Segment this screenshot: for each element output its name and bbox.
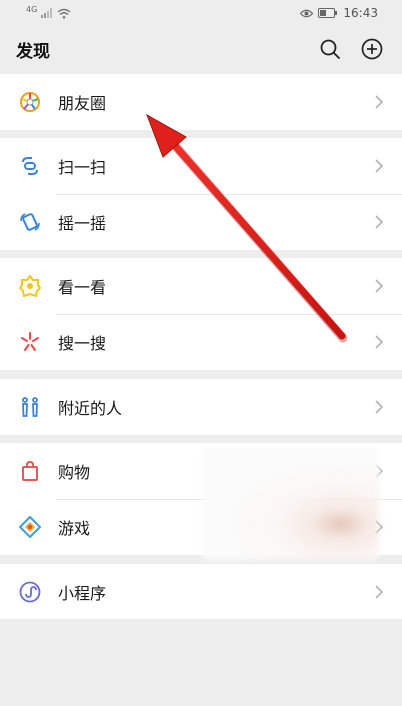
search-icon — [320, 39, 340, 59]
chevron-right-icon — [375, 215, 384, 229]
plus-circle-icon — [361, 38, 383, 60]
wifi-icon — [57, 8, 71, 19]
menu-item-label: 小程序 — [58, 584, 107, 603]
status-bar: 4G 16:43 — [0, 0, 402, 26]
menu-item-label: 附近的人 — [58, 399, 123, 418]
group-moments: 朋友圈 — [0, 74, 402, 130]
group-look-search: 看一看 搜一搜 — [0, 258, 402, 370]
group-mini-programs: 小程序 — [0, 564, 402, 620]
menu-item-top-stories[interactable]: 看一看 — [0, 258, 402, 314]
chevron-right-icon — [375, 335, 384, 349]
battery-icon — [318, 8, 338, 18]
group-nearby: 附近的人 — [0, 379, 402, 435]
empty-area — [0, 619, 402, 706]
eye-icon — [300, 9, 314, 17]
status-right: 16:43 — [300, 6, 378, 20]
shake-icon — [18, 210, 42, 234]
moments-icon — [18, 90, 42, 114]
menu-item-moments[interactable]: 朋友圈 — [0, 74, 402, 130]
add-button[interactable] — [360, 37, 384, 61]
menu-item-scan[interactable]: 扫一扫 — [0, 138, 402, 194]
people-nearby-icon — [18, 395, 42, 419]
menu-item-mini-programs[interactable]: 小程序 — [0, 564, 402, 620]
chevron-right-icon — [375, 585, 384, 599]
page-title: 发现 — [16, 41, 50, 62]
chevron-right-icon — [375, 400, 384, 414]
menu-item-label: 朋友圈 — [58, 94, 107, 113]
top-stories-icon — [18, 274, 42, 298]
network-type: 4G — [26, 4, 38, 14]
menu-item-people-nearby[interactable]: 附近的人 — [0, 379, 402, 435]
menu-item-label: 扫一扫 — [58, 158, 107, 177]
menu-item-label: 看一看 — [58, 278, 107, 297]
menu-item-label: 搜一搜 — [58, 334, 107, 353]
chevron-right-icon — [375, 279, 384, 293]
game-icon — [18, 515, 42, 539]
search-button[interactable] — [318, 37, 342, 61]
signal-icon — [41, 8, 53, 18]
menu-item-shake[interactable]: 摇一摇 — [0, 194, 402, 250]
group-scan-shake: 扫一扫 摇一摇 — [0, 138, 402, 250]
mini-program-icon — [18, 580, 42, 604]
chevron-right-icon — [375, 95, 384, 109]
shopping-bag-icon — [18, 459, 42, 483]
header-actions — [318, 37, 384, 61]
scan-icon — [18, 154, 42, 178]
blurred-region — [203, 448, 379, 560]
menu-item-label: 摇一摇 — [58, 214, 107, 233]
status-left: 4G — [26, 4, 71, 19]
search-spark-icon — [18, 330, 42, 354]
header: 发现 — [0, 26, 402, 72]
chevron-right-icon — [375, 159, 384, 173]
menu-item-search[interactable]: 搜一搜 — [0, 314, 402, 370]
clock: 16:43 — [343, 6, 378, 20]
